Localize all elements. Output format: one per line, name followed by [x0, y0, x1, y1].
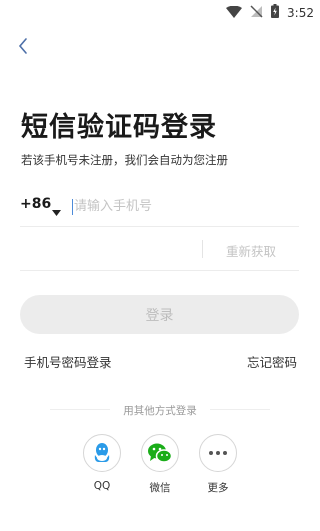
divider [202, 240, 203, 258]
no-signal-icon [250, 3, 263, 22]
status-icons: 3:52 [226, 3, 314, 22]
password-login-link[interactable]: 手机号密码登录 [24, 352, 112, 371]
country-code-selector[interactable]: +86 [20, 196, 51, 212]
back-button[interactable] [14, 34, 34, 58]
forgot-password-link[interactable]: 忘记密码 [247, 352, 297, 371]
more-login-button[interactable] [199, 434, 237, 472]
wechat-icon [148, 443, 173, 463]
chevron-left-icon [18, 38, 27, 54]
wifi-icon [226, 3, 243, 22]
battery-charging-icon [271, 3, 280, 22]
more-label: 更多 [207, 482, 229, 494]
other-login-title: 用其他方式登录 [123, 405, 197, 417]
qq-login-button[interactable] [83, 434, 121, 472]
resend-code-button[interactable]: 重新获取 [226, 241, 276, 260]
page-subtitle: 若该手机号未注册，我们会自动为您注册 [21, 153, 228, 167]
page-title: 短信验证码登录 [21, 112, 217, 143]
phone-input[interactable] [74, 195, 284, 217]
phone-row: +86 [20, 188, 299, 227]
wechat-label: 微信 [149, 482, 171, 494]
text-cursor [72, 199, 73, 215]
login-button[interactable]: 登录 [20, 295, 299, 334]
code-row[interactable]: 重新获取 [20, 230, 299, 271]
status-bar: 3:52 [0, 0, 320, 22]
more-dots-icon [209, 451, 227, 455]
wechat-login-button[interactable] [141, 434, 179, 472]
status-time: 3:52 [287, 5, 314, 20]
qq-label: QQ [93, 480, 111, 492]
qq-penguin-icon [94, 443, 110, 462]
caret-down-icon[interactable] [52, 201, 61, 220]
